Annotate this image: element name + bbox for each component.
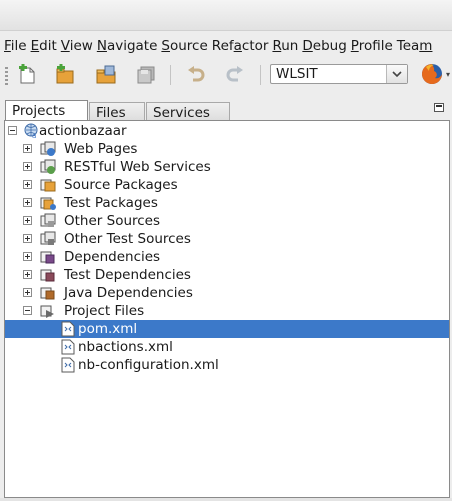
panel-tabs: Projects Files Services <box>4 100 450 121</box>
toolbar-grip[interactable] <box>5 67 8 85</box>
tree-node-test-dependencies[interactable]: Test Dependencies <box>5 266 449 284</box>
tree-node-java-dependencies[interactable]: Java Dependencies <box>5 284 449 302</box>
test-dependencies-icon <box>40 269 55 282</box>
tab-projects[interactable]: Projects <box>5 100 88 121</box>
xml-file-icon <box>61 339 75 355</box>
tree-node-source-packages[interactable]: Source Packages <box>5 176 449 194</box>
expand-toggle[interactable] <box>23 234 32 243</box>
menu-navigate[interactable]: Navigate <box>93 38 158 54</box>
configuration-select[interactable]: WLSIT <box>270 64 408 84</box>
other-test-sources-icon <box>40 231 56 245</box>
menu-source[interactable]: Source <box>157 38 207 54</box>
save-all-icon <box>137 66 155 84</box>
menu-debug[interactable]: Debug <box>298 38 346 54</box>
tab-files[interactable]: Files <box>89 102 145 121</box>
maven-project-icon: a <box>24 123 38 139</box>
minimize-panel-button[interactable] <box>434 103 444 112</box>
redo-button[interactable] <box>224 64 248 86</box>
configuration-select-value: WLSIT <box>276 66 318 82</box>
menu-file[interactable]: File <box>0 38 27 54</box>
undo-button[interactable] <box>185 64 209 86</box>
collapse-toggle[interactable] <box>8 126 17 135</box>
new-project-button[interactable] <box>54 64 78 86</box>
project-tree: a actionbazaar Web Pages RESTful Web Ser… <box>4 120 450 498</box>
menu-team[interactable]: Team <box>393 38 433 54</box>
configuration-select-arrow[interactable] <box>386 65 407 83</box>
tree-node-restful-web-services[interactable]: RESTful Web Services <box>5 158 449 176</box>
toolbar-separator <box>260 65 261 85</box>
toolbar-separator <box>170 65 171 85</box>
xml-file-icon <box>61 321 75 337</box>
expand-toggle[interactable] <box>23 252 32 261</box>
menu-run[interactable]: Run <box>268 38 298 54</box>
firefox-icon <box>422 64 442 84</box>
expand-toggle[interactable] <box>23 162 32 171</box>
browser-dropdown-arrow[interactable]: ▾ <box>446 70 450 79</box>
source-packages-icon <box>40 179 56 192</box>
new-file-button[interactable] <box>16 64 40 86</box>
tree-file-pom-xml[interactable]: pom.xml <box>5 320 449 338</box>
menu-edit[interactable]: Edit <box>27 38 57 54</box>
java-dependencies-icon <box>40 287 55 300</box>
web-pages-icon <box>40 141 56 156</box>
chevron-down-icon <box>392 70 402 77</box>
tree-root-row[interactable]: a actionbazaar <box>5 122 449 140</box>
tree-node-project-files[interactable]: Project Files <box>5 302 449 320</box>
tree-node-web-pages[interactable]: Web Pages <box>5 140 449 158</box>
xml-file-icon <box>61 357 75 373</box>
expand-toggle[interactable] <box>23 270 32 279</box>
tree-file-nbactions-xml[interactable]: nbactions.xml <box>5 338 449 356</box>
collapse-toggle[interactable] <box>23 306 32 315</box>
tree-root-label: actionbazaar <box>39 123 127 139</box>
tab-services[interactable]: Services <box>146 102 230 121</box>
menu-refactor[interactable]: Refactor <box>208 38 269 54</box>
projects-panel: Projects Files Services a actionbazaar W… <box>4 100 450 498</box>
open-project-icon <box>96 65 116 84</box>
expand-toggle[interactable] <box>23 198 32 207</box>
tree-node-other-test-sources[interactable]: Other Test Sources <box>5 230 449 248</box>
menu-profile[interactable]: Profile <box>347 38 393 54</box>
menu-view[interactable]: View <box>57 38 93 54</box>
run-in-browser-button[interactable] <box>420 62 444 86</box>
new-project-icon <box>56 64 74 84</box>
tree-node-test-packages[interactable]: Test Packages <box>5 194 449 212</box>
open-project-button[interactable] <box>95 64 119 86</box>
test-packages-icon <box>40 197 56 210</box>
tree-file-nb-configuration-xml[interactable]: nb-configuration.xml <box>5 356 449 374</box>
tree-node-dependencies[interactable]: Dependencies <box>5 248 449 266</box>
expand-toggle[interactable] <box>23 288 32 297</box>
expand-toggle[interactable] <box>23 216 32 225</box>
new-file-icon <box>19 64 35 84</box>
dependencies-icon <box>40 251 55 264</box>
svg-text:a: a <box>32 132 36 139</box>
expand-toggle[interactable] <box>23 144 32 153</box>
expand-toggle[interactable] <box>23 180 32 189</box>
other-sources-icon <box>40 213 56 227</box>
tree-node-other-sources[interactable]: Other Sources <box>5 212 449 230</box>
save-all-button[interactable] <box>135 64 159 86</box>
menu-bar: File Edit View Navigate Source Refactor … <box>0 36 452 56</box>
window-title-bar <box>0 0 452 31</box>
rest-services-icon <box>40 159 56 174</box>
undo-icon <box>188 66 205 82</box>
redo-icon <box>226 66 243 82</box>
project-files-icon <box>40 305 54 318</box>
